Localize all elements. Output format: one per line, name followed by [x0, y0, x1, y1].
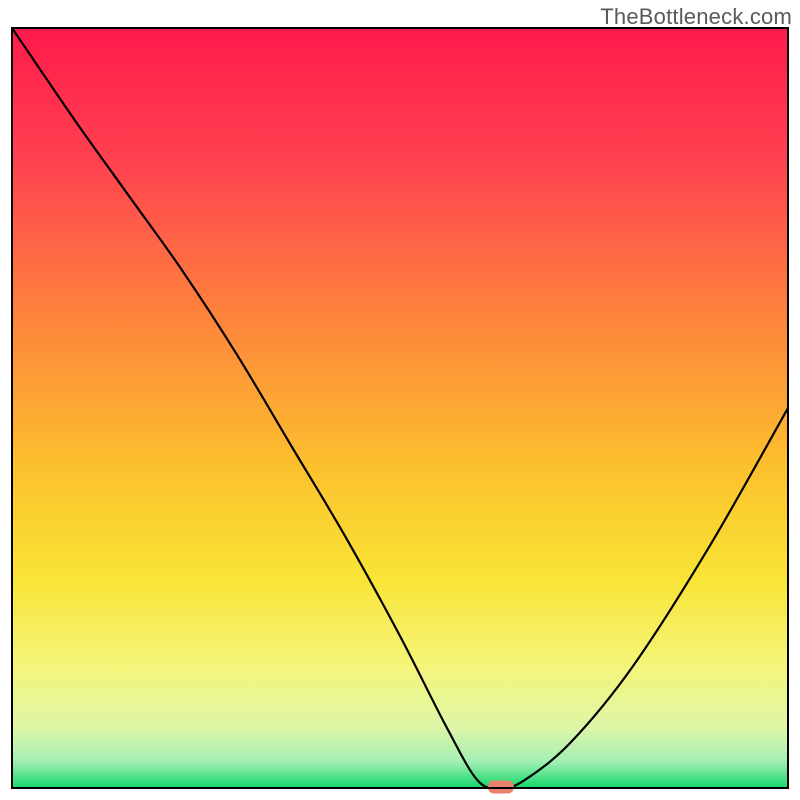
bottleneck-chart: TheBottleneck.com: [0, 0, 800, 800]
watermark-text: TheBottleneck.com: [600, 4, 792, 30]
chart-svg: [0, 0, 800, 800]
gradient-background: [12, 28, 788, 788]
